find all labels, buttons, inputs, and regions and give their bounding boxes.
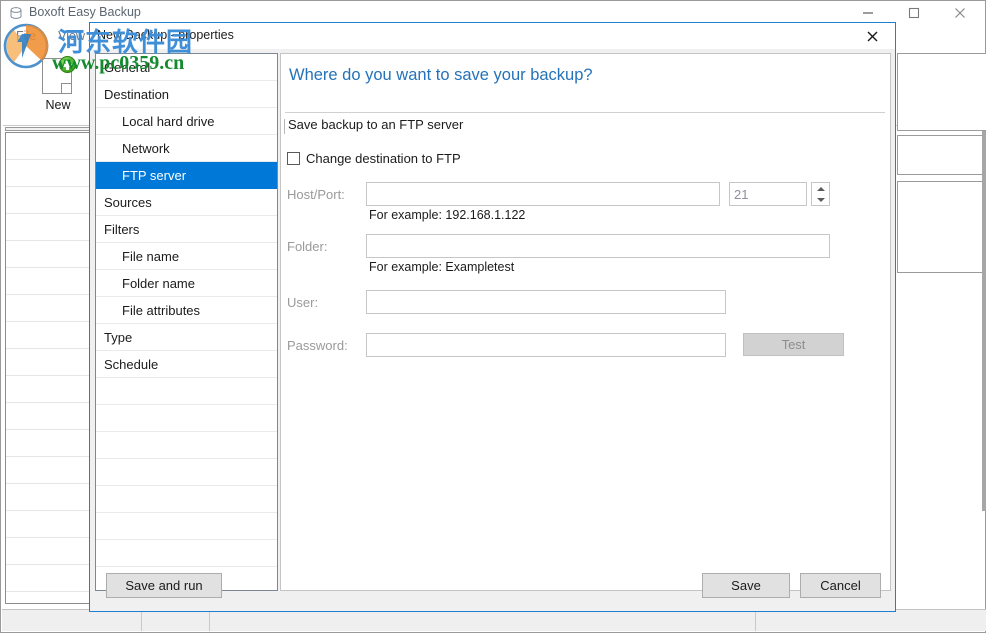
folder-input[interactable] — [366, 234, 830, 258]
tree-item-type[interactable]: Type — [96, 324, 277, 351]
tree-item-general[interactable]: General — [96, 54, 277, 81]
status-cell-3 — [210, 610, 756, 631]
tree-item-file-name[interactable]: File name — [96, 243, 277, 270]
list-item[interactable] — [6, 295, 90, 322]
tree-item-ftp-server[interactable]: FTP server — [96, 162, 277, 189]
tree-item-sources[interactable]: Sources — [96, 189, 277, 216]
list-item[interactable] — [6, 133, 90, 160]
ftp-settings-panel: Where do you want to save your backup? S… — [280, 53, 891, 591]
list-item[interactable] — [6, 484, 90, 511]
list-item[interactable] — [6, 403, 90, 430]
tree-item-destination[interactable]: Destination — [96, 81, 277, 108]
list-item[interactable] — [6, 592, 90, 604]
main-window-title: Boxoft Easy Backup — [29, 5, 141, 19]
tree-item-folder-name[interactable]: Folder name — [96, 270, 277, 297]
password-input[interactable] — [366, 333, 726, 357]
screen: Boxoft Easy Backup File View A — [0, 0, 986, 633]
status-bar — [2, 609, 986, 631]
status-cell-1 — [2, 610, 142, 631]
checkbox-icon[interactable] — [287, 152, 300, 165]
list-item[interactable] — [6, 160, 90, 187]
host-port-label: Host/Port: — [287, 187, 345, 202]
save-and-run-button[interactable]: Save and run — [106, 573, 222, 598]
list-item[interactable] — [6, 538, 90, 565]
list-item[interactable] — [6, 511, 90, 538]
dialog-footer: Save and run Save Cancel — [90, 563, 895, 611]
new-backup-properties-dialog: New Backup - properties General Destinat… — [89, 22, 896, 612]
group-separator — [285, 112, 885, 113]
user-label: User: — [287, 295, 318, 310]
tree-empty-row — [96, 432, 277, 459]
list-item[interactable] — [6, 187, 90, 214]
change-destination-checkbox-row[interactable]: Change destination to FTP — [287, 151, 461, 166]
settings-tree: General Destination Local hard drive Net… — [95, 53, 278, 591]
maximize-icon[interactable] — [891, 1, 937, 25]
app-icon — [9, 7, 23, 20]
close-icon[interactable] — [937, 1, 983, 25]
chevron-up-icon[interactable] — [812, 183, 829, 194]
list-item[interactable] — [6, 376, 90, 403]
status-cell-4 — [756, 610, 985, 631]
background-panel-bottom — [897, 181, 985, 273]
tree-empty-row — [96, 405, 277, 432]
host-input[interactable] — [366, 182, 720, 206]
tree-empty-row — [96, 486, 277, 513]
host-hint: For example: 192.168.1.122 — [369, 208, 525, 222]
list-item[interactable] — [6, 322, 90, 349]
new-backup-label: New — [29, 98, 87, 112]
list-item[interactable] — [6, 241, 90, 268]
change-destination-label: Change destination to FTP — [306, 151, 461, 166]
test-connection-button[interactable]: Test — [743, 333, 844, 356]
user-input[interactable] — [366, 290, 726, 314]
port-spin-buttons[interactable] — [811, 182, 830, 206]
group-label: Save backup to an FTP server — [288, 117, 463, 132]
folder-hint: For example: Exampletest — [369, 260, 514, 274]
tree-item-filters[interactable]: Filters — [96, 216, 277, 243]
port-stepper[interactable] — [729, 182, 830, 206]
port-input[interactable] — [729, 182, 807, 206]
tree-empty-row — [96, 378, 277, 405]
list-item[interactable] — [6, 349, 90, 376]
new-backup-button[interactable]: New — [29, 54, 87, 112]
tree-empty-row — [96, 513, 277, 540]
page-title: Where do you want to save your backup? — [289, 66, 593, 85]
cancel-button[interactable]: Cancel — [800, 573, 881, 598]
list-item[interactable] — [6, 565, 90, 592]
list-item[interactable] — [6, 268, 90, 295]
background-panel-middle — [897, 135, 986, 175]
status-cell-2 — [142, 610, 210, 631]
tree-item-network[interactable]: Network — [96, 135, 277, 162]
background-list-header — [5, 127, 91, 131]
group-tick — [284, 119, 285, 134]
list-item[interactable] — [6, 457, 90, 484]
tree-item-schedule[interactable]: Schedule — [96, 351, 277, 378]
menu-item-file[interactable]: File — [5, 27, 47, 45]
dialog-title: New Backup - properties — [97, 28, 234, 42]
folder-label: Folder: — [287, 239, 327, 254]
save-button[interactable]: Save — [702, 573, 790, 598]
close-icon[interactable] — [850, 23, 895, 49]
background-panel-top — [897, 53, 986, 131]
background-scrollbar[interactable] — [982, 131, 986, 511]
list-item[interactable] — [6, 430, 90, 457]
tree-item-local-hard-drive[interactable]: Local hard drive — [96, 108, 277, 135]
background-backup-list[interactable] — [5, 132, 91, 604]
new-document-icon — [40, 54, 76, 96]
dialog-title-bar: New Backup - properties — [90, 23, 895, 49]
password-label: Password: — [287, 338, 348, 353]
tree-item-file-attributes[interactable]: File attributes — [96, 297, 277, 324]
chevron-down-icon[interactable] — [812, 194, 829, 205]
list-item[interactable] — [6, 214, 90, 241]
tree-empty-row — [96, 459, 277, 486]
